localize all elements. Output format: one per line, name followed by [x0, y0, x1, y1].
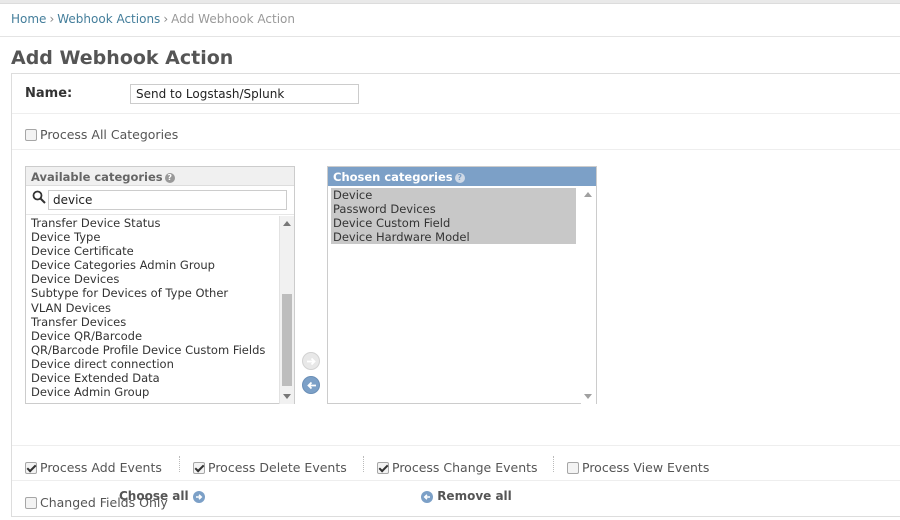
- event-options-row: Process Add Events Process Delete Events…: [12, 446, 900, 481]
- available-categories-header: Available categories?: [26, 167, 294, 186]
- add-selected-button[interactable]: [302, 352, 320, 370]
- process-delete-events-checkbox[interactable]: [193, 461, 205, 474]
- chosen-categories-box: Chosen categories? Device Password Device…: [327, 166, 597, 404]
- process-delete-events-label: Process Delete Events: [208, 460, 347, 475]
- list-item[interactable]: Device Extended Data: [26, 371, 294, 385]
- arrow-right-icon: [307, 357, 316, 366]
- process-view-events-label: Process View Events: [582, 460, 710, 475]
- scroll-down-icon[interactable]: [283, 394, 291, 399]
- process-view-events-checkbox[interactable]: [567, 461, 579, 474]
- selected-items-block: Device Password Devices Device Custom Fiel…: [331, 188, 576, 245]
- chosen-categories-list[interactable]: Device Password Devices Device Custom Fiel…: [328, 187, 596, 404]
- list-item[interactable]: VLAN Devices: [26, 301, 294, 315]
- chosen-list-scrollbar[interactable]: [581, 187, 596, 404]
- process-add-events-label: Process Add Events: [40, 460, 162, 475]
- process-all-categories-option[interactable]: Process All Categories: [25, 124, 178, 143]
- divider: [363, 456, 364, 472]
- list-item[interactable]: Device Admin Group: [26, 385, 294, 399]
- process-all-categories-checkbox[interactable]: [25, 128, 37, 141]
- help-icon[interactable]: ?: [164, 172, 175, 183]
- breadcrumb-webhook-actions[interactable]: Webhook Actions: [57, 12, 160, 26]
- process-change-events-checkbox[interactable]: [377, 461, 389, 474]
- search-icon: [32, 190, 46, 204]
- remove-selected-button[interactable]: [302, 376, 320, 394]
- list-item[interactable]: Password Devices: [331, 202, 576, 216]
- changed-fields-only-option[interactable]: Changed Fields Only: [25, 492, 168, 511]
- name-label: Name:: [25, 86, 73, 101]
- available-categories-list[interactable]: Transfer Device Status Device Type Device …: [26, 216, 294, 404]
- list-item[interactable]: Subtype for Devices of Type Other: [26, 286, 294, 300]
- available-categories-title: Available categories: [31, 170, 163, 184]
- breadcrumb-separator: ›: [163, 12, 169, 26]
- arrow-left-icon: [307, 381, 316, 390]
- list-item[interactable]: Device direct connection: [26, 357, 294, 371]
- list-item[interactable]: Device Type: [26, 230, 294, 244]
- list-item[interactable]: Device QR/Barcode: [26, 329, 294, 343]
- scroll-up-icon[interactable]: [584, 192, 592, 197]
- remove-all-link[interactable]: Remove all: [421, 489, 512, 503]
- list-item[interactable]: Device: [331, 188, 576, 202]
- process-add-events-checkbox[interactable]: [25, 461, 37, 474]
- list-item[interactable]: Device Categories Admin Group: [26, 258, 294, 272]
- chosen-categories-title: Chosen categories: [333, 170, 453, 184]
- scrollbar-thumb[interactable]: [282, 294, 292, 386]
- webhook-form: Name: Process All Categories Available c…: [11, 73, 900, 517]
- available-list-scrollbar[interactable]: [279, 216, 294, 404]
- changed-fields-only-label: Changed Fields Only: [40, 495, 168, 510]
- category-filter: [26, 186, 294, 215]
- process-delete-events-option[interactable]: Process Delete Events: [193, 457, 347, 476]
- chosen-categories-header: Chosen categories?: [328, 167, 596, 186]
- name-input[interactable]: [130, 84, 359, 104]
- list-item[interactable]: Device Hardware Model: [331, 230, 576, 244]
- choose-all-arrow-icon: [192, 490, 205, 503]
- category-filter-input[interactable]: [48, 190, 287, 210]
- help-icon[interactable]: ?: [454, 172, 465, 183]
- list-item[interactable]: Device Certificate: [26, 244, 294, 258]
- breadcrumb-home[interactable]: Home: [11, 12, 46, 26]
- remove-all-arrow-icon: [421, 490, 433, 503]
- process-add-events-option[interactable]: Process Add Events: [25, 457, 162, 476]
- scroll-down-icon[interactable]: [584, 394, 592, 399]
- list-item[interactable]: QR/Barcode Profile Device Custom Fields: [26, 343, 294, 357]
- breadcrumb: Home › Webhook Actions › Add Webhook Action: [0, 4, 900, 37]
- list-item[interactable]: Transfer Devices: [26, 315, 294, 329]
- remove-all-label: Remove all: [437, 489, 512, 503]
- breadcrumb-separator: ›: [49, 12, 55, 26]
- divider: [179, 456, 180, 472]
- name-row: Name:: [12, 74, 900, 114]
- list-item[interactable]: Device Custom Field: [331, 216, 576, 230]
- available-categories-box: Available categories? Transfer Device St…: [25, 166, 295, 404]
- process-view-events-option[interactable]: Process View Events: [567, 457, 709, 476]
- divider: [553, 456, 554, 472]
- list-item[interactable]: Transfer Device Status: [26, 216, 294, 230]
- page-title: Add Webhook Action: [11, 47, 234, 69]
- process-all-categories-label: Process All Categories: [40, 127, 179, 142]
- breadcrumb-current: Add Webhook Action: [171, 12, 295, 26]
- process-change-events-label: Process Change Events: [392, 460, 538, 475]
- changed-fields-only-checkbox[interactable]: [25, 496, 37, 509]
- category-selector: Available categories? Transfer Device St…: [12, 150, 900, 503]
- list-item[interactable]: Device Devices: [26, 272, 294, 286]
- process-change-events-option[interactable]: Process Change Events: [377, 457, 538, 476]
- scroll-up-icon[interactable]: [283, 221, 291, 226]
